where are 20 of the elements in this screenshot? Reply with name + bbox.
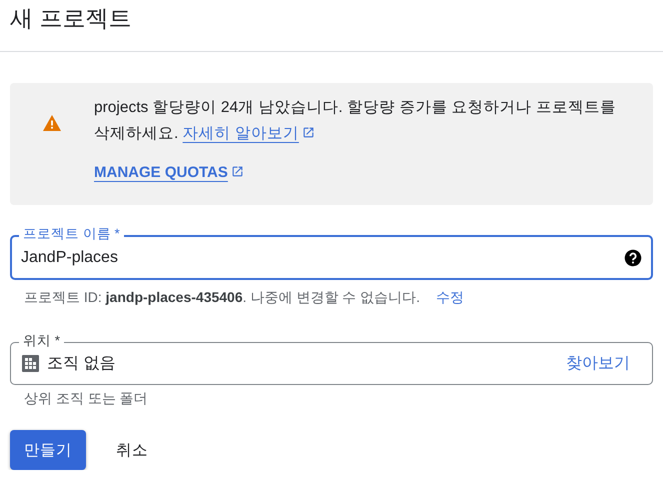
building-icon bbox=[22, 355, 39, 372]
quota-message: projects 할당량이 24개 남았습니다. 할당량 증가를 요청하거나 프로젝트를 삭제하세요. 자세히 알아보기 bbox=[94, 98, 617, 144]
field-label: 프로젝트 이름 * bbox=[19, 226, 124, 242]
external-link-icon bbox=[230, 165, 244, 178]
project-id-hint: 프로젝트 ID: jandp-places-435406. 나중에 변경할 수 없습니다. bbox=[24, 289, 420, 307]
warning-icon bbox=[43, 115, 61, 131]
edit-link[interactable]: 수정 bbox=[436, 289, 464, 307]
help-icon[interactable] bbox=[624, 248, 642, 266]
external-link-icon bbox=[302, 126, 315, 139]
field-label: 위치 * bbox=[19, 333, 64, 349]
learn-more-link[interactable]: 자세히 알아보기 bbox=[182, 125, 299, 142]
browse-link[interactable]: 찾아보기 bbox=[566, 353, 630, 374]
location-value: 조직 없음 bbox=[47, 354, 116, 374]
cancel-button[interactable]: 취소 bbox=[100, 430, 164, 470]
page-title: 새 프로젝트 bbox=[10, 4, 132, 33]
project-name-field[interactable]: 프로젝트 이름 * JandP-places bbox=[10, 226, 653, 280]
location-hint: 상위 조직 또는 폴더 bbox=[24, 390, 148, 408]
location-field[interactable]: 위치 * 조직 없음 찾아보기 bbox=[10, 333, 653, 385]
manage-quotas-link[interactable]: MANAGE QUOTAS bbox=[94, 164, 228, 181]
create-button[interactable]: 만들기 bbox=[10, 430, 86, 470]
